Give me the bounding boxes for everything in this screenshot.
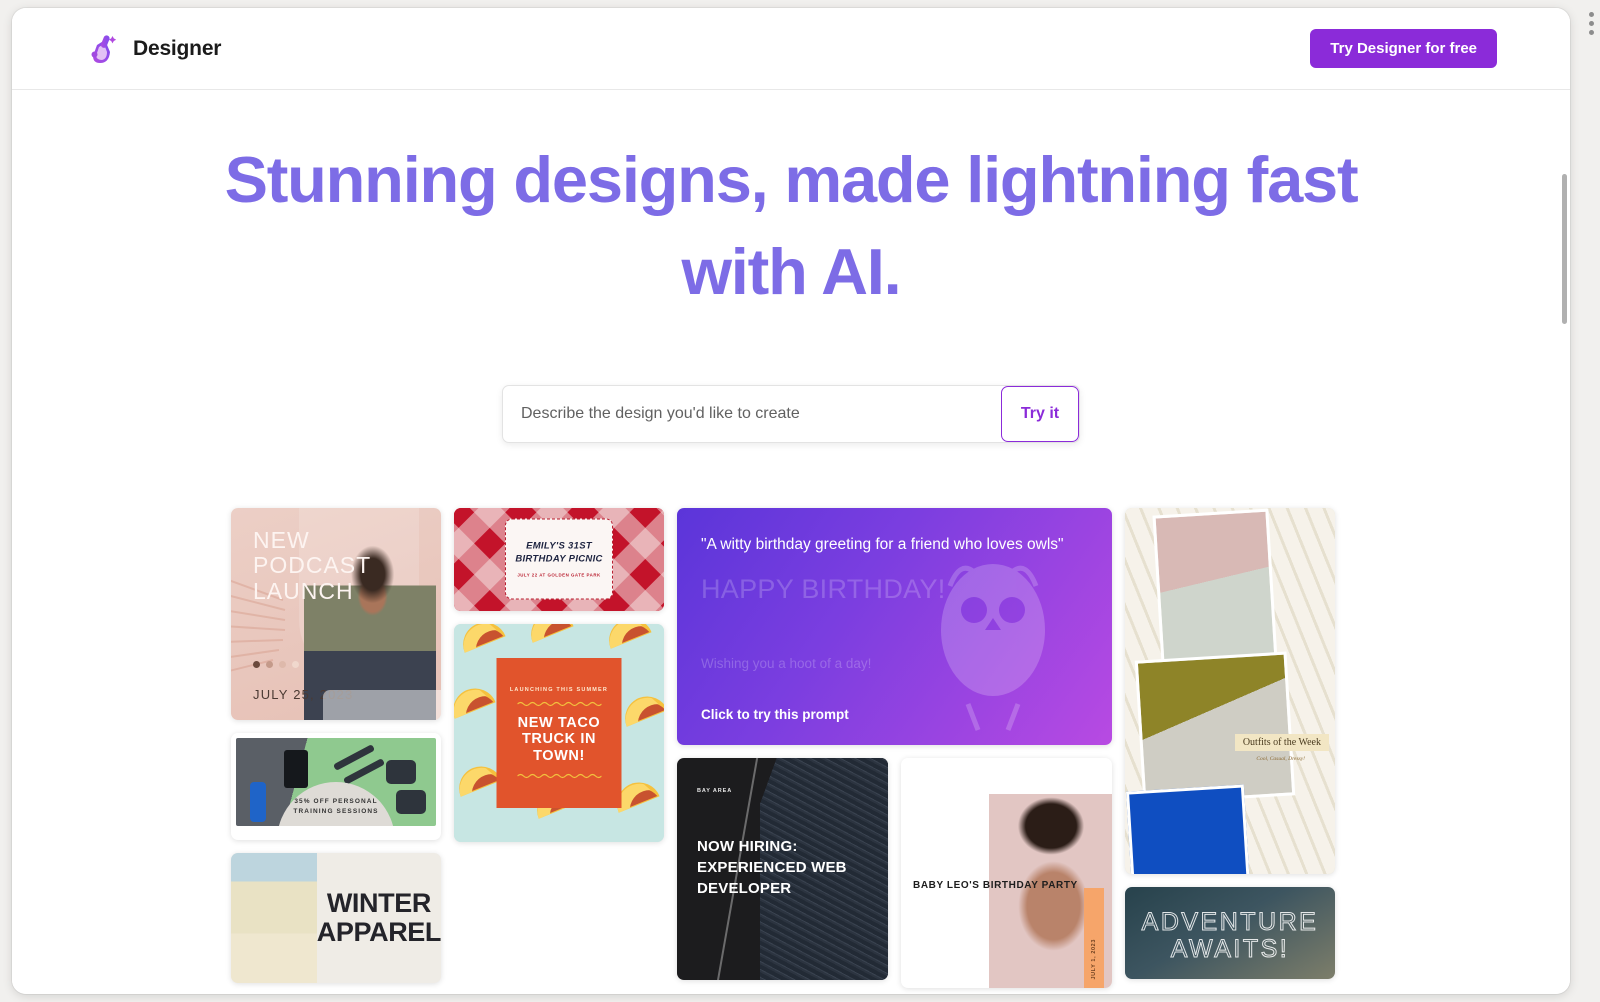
brand-name: Designer — [133, 36, 222, 60]
winter-title-wrap: WINTER APPAREL — [317, 853, 441, 983]
desktop-background: Designer Try Designer for free Stunning … — [0, 0, 1600, 1002]
brand[interactable]: Designer — [86, 32, 221, 66]
picnic-label-box: EMILY'S 31ST BIRTHDAY PICNIC JULY 22 AT … — [505, 518, 613, 600]
try-designer-for-free-button[interactable]: Try Designer for free — [1310, 29, 1497, 68]
fashion-card-label: Outfits of the Week — [1234, 733, 1329, 751]
gallery-column-3: "A witty birthday greeting for a friend … — [677, 507, 1112, 988]
page-title: Stunning designs, made lightning fast wi… — [224, 143, 1359, 309]
baby-card-date: JULY 1, 2023 — [1091, 939, 1097, 980]
gallery-column-1: NEW PODCAST LAUNCH JULY 25, 2023 35% OFF… — [231, 507, 441, 983]
prompt-area: Try it — [12, 384, 1570, 443]
podcast-card-title: NEW PODCAST LAUNCH — [253, 526, 371, 605]
fashion-photo-3 — [1125, 784, 1251, 874]
template-card-owl-prompt[interactable]: "A witty birthday greeting for a friend … — [677, 507, 1112, 745]
taco-card-kicker: LAUNCHING THIS SUMMER — [509, 686, 609, 693]
podcast-dot-indicators — [253, 660, 299, 668]
decorative-bar — [323, 689, 441, 720]
template-card-taco[interactable]: LAUNCHING THIS SUMMER NEW TACO TRUCK IN … — [454, 623, 664, 842]
owl-illustration-icon — [941, 563, 1045, 731]
fashion-card-sub: Cool, Casual, Dressy! — [1256, 755, 1305, 762]
template-card-winter-apparel[interactable]: WINTER APPAREL — [231, 852, 441, 983]
gym-offer-line-2: TRAINING SESSIONS — [293, 807, 379, 815]
hiring-card-label: BAY AREA — [697, 787, 733, 794]
fashion-photo-1 — [1152, 508, 1278, 667]
prompt-searchbar: Try it — [502, 384, 1080, 443]
gallery-column-2: EMILY'S 31ST BIRTHDAY PICNIC JULY 22 AT … — [454, 507, 664, 842]
owl-click-to-try-label[interactable]: Click to try this prompt — [701, 707, 849, 722]
baby-date-tab: JULY 1, 2023 — [1084, 887, 1104, 988]
picnic-card-title: EMILY'S 31ST BIRTHDAY PICNIC — [515, 540, 603, 565]
template-card-baby[interactable]: BABY LEO'S BIRTHDAY PARTY JULY 1, 2023 — [901, 757, 1112, 988]
baby-card-title: BABY LEO'S BIRTHDAY PARTY — [913, 879, 1078, 891]
site-header: Designer Try Designer for free — [12, 8, 1570, 90]
template-gallery: NEW PODCAST LAUNCH JULY 25, 2023 35% OFF… — [12, 443, 1570, 988]
prompt-input[interactable] — [503, 385, 1001, 442]
template-card-fashion[interactable]: Outfits of the Week Cool, Casual, Dressy… — [1125, 507, 1335, 874]
owl-headline: HAPPY BIRTHDAY! — [701, 573, 946, 604]
taco-card-title: NEW TACO TRUCK IN TOWN! — [517, 714, 601, 764]
adventure-card-title: ADVENTURE AWAITS! — [1141, 907, 1319, 964]
gym-offer-badge: 35% OFF PERSONAL TRAINING SESSIONS — [277, 781, 395, 826]
try-it-button[interactable]: Try it — [1001, 385, 1079, 442]
template-card-hiring[interactable]: BAY AREA NOW HIRING: EXPERIENCED WEB DEV… — [677, 757, 888, 980]
gym-photo: 35% OFF PERSONAL TRAINING SESSIONS — [236, 737, 436, 826]
template-card-gym[interactable]: 35% OFF PERSONAL TRAINING SESSIONS — [231, 732, 441, 840]
owl-subline: Wishing you a hoot of a day! — [701, 655, 872, 671]
squiggle-divider-icon-2 — [517, 773, 601, 778]
browser-window: Designer Try Designer for free Stunning … — [12, 8, 1570, 994]
winter-card-title: WINTER APPAREL — [316, 888, 441, 947]
page-scrollbar[interactable] — [1562, 174, 1567, 324]
designer-brush-logo-icon — [86, 32, 120, 66]
gym-offer-line-1: 35% OFF PERSONAL — [294, 797, 378, 805]
window-more-options[interactable] — [1584, 12, 1598, 35]
fashion-photo-2 — [1134, 651, 1296, 805]
winter-landscape-photo — [231, 852, 317, 983]
page-content: Stunning designs, made lightning fast wi… — [12, 90, 1570, 994]
squiggle-divider-icon — [517, 701, 601, 706]
picnic-card-detail: JULY 22 AT GOLDEN GATE PARK — [517, 572, 601, 578]
template-card-podcast[interactable]: NEW PODCAST LAUNCH JULY 25, 2023 — [231, 507, 441, 720]
taco-label-box: LAUNCHING THIS SUMMER NEW TACO TRUCK IN … — [496, 657, 622, 808]
hiring-card-title: NOW HIRING: EXPERIENCED WEB DEVELOPER — [697, 837, 847, 898]
template-card-adventure[interactable]: ADVENTURE AWAITS! — [1125, 886, 1335, 979]
owl-prompt-text: "A witty birthday greeting for a friend … — [701, 535, 1064, 553]
gallery-row-hiring-baby: BAY AREA NOW HIRING: EXPERIENCED WEB DEV… — [677, 757, 1112, 988]
template-card-picnic[interactable]: EMILY'S 31ST BIRTHDAY PICNIC JULY 22 AT … — [454, 507, 664, 611]
gallery-column-4: Outfits of the Week Cool, Casual, Dressy… — [1125, 507, 1335, 979]
